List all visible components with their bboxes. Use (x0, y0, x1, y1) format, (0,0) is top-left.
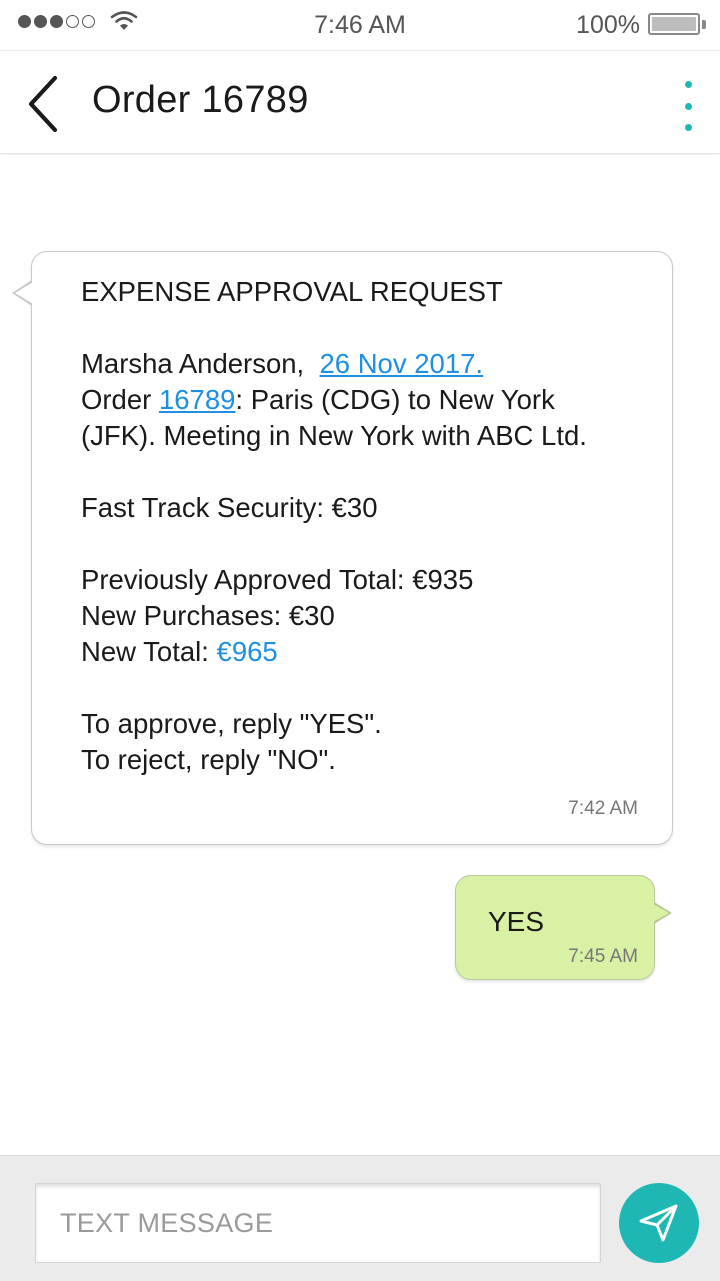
order-number-link[interactable]: 16789 (159, 384, 235, 415)
new-purchases-line: New Purchases: €30 (81, 600, 335, 631)
send-icon (639, 1204, 678, 1242)
date-link[interactable]: 26 Nov 2017. (319, 348, 483, 379)
status-bar: 7:46 AM 100% (0, 0, 720, 50)
battery-percent: 100% (576, 11, 640, 39)
incoming-timestamp: 7:42 AM (568, 798, 638, 819)
new-total-value: €965 (216, 636, 278, 667)
outgoing-bubble-tail-fill (653, 904, 669, 922)
message-meeting-line: (JFK). Meeting in New York with ABC Ltd. (81, 420, 587, 451)
outgoing-message-bubble: YES 7:45 AM (455, 875, 655, 980)
approve-instruction: To approve, reply "YES". (81, 708, 382, 739)
outgoing-message-text: YES (488, 906, 545, 937)
text-message-input[interactable] (36, 1184, 600, 1262)
message-composer (0, 1155, 720, 1281)
page-title: Order 16789 (92, 79, 309, 121)
more-vertical-icon (684, 81, 692, 88)
message-requester: Marsha Anderson, 26 Nov 2017. (81, 348, 484, 379)
battery-tip (702, 20, 706, 29)
reject-instruction: To reject, reply "NO". (81, 744, 336, 775)
outgoing-timestamp: 7:45 AM (568, 946, 638, 967)
battery-icon (648, 13, 700, 35)
back-button[interactable] (24, 75, 68, 133)
new-total-line: New Total: €965 (81, 636, 278, 667)
message-thread[interactable]: EXPENSE APPROVAL REQUEST Marsha Anderson… (0, 155, 720, 1155)
previously-approved-line: Previously Approved Total: €935 (81, 564, 474, 595)
message-order-line: Order 16789: Paris (CDG) to New York (81, 384, 555, 415)
text-message-field-container (35, 1183, 601, 1263)
chevron-left-icon (28, 75, 58, 133)
fast-track-line: Fast Track Security: €30 (81, 492, 378, 523)
incoming-message-bubble: EXPENSE APPROVAL REQUEST Marsha Anderson… (31, 251, 673, 845)
send-button[interactable] (619, 1183, 699, 1263)
message-heading: EXPENSE APPROVAL REQUEST (81, 276, 503, 307)
incoming-bubble-tail-fill (15, 282, 33, 304)
app-header: Order 16789 (0, 50, 720, 154)
more-options-button[interactable] (678, 81, 698, 131)
